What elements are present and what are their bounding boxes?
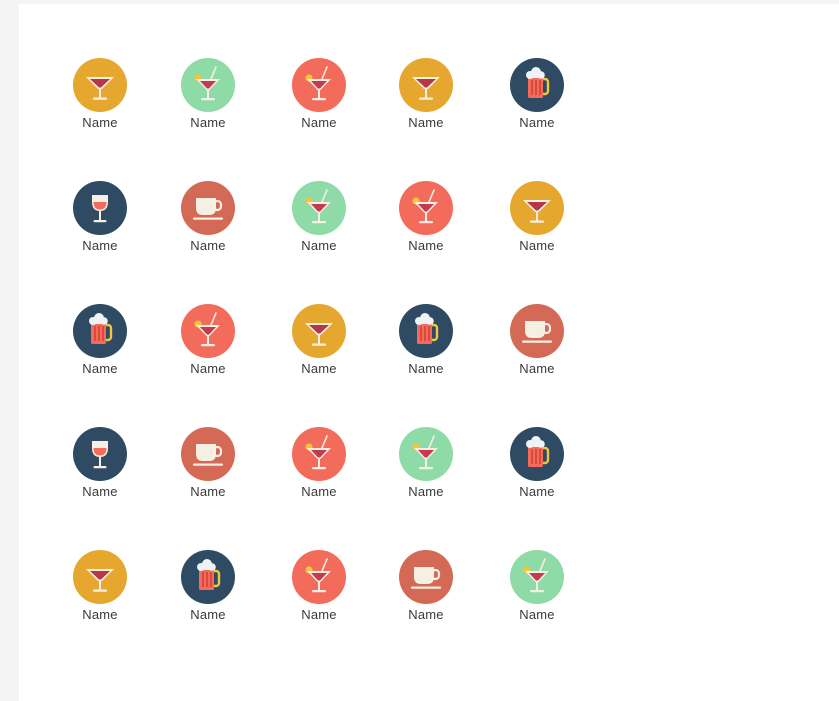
beer-mug-icon (510, 427, 564, 481)
icon-label: Name (82, 238, 118, 253)
icon-label: Name (190, 361, 226, 376)
icon-label: Name (301, 607, 337, 622)
cocktail-icon (181, 304, 235, 358)
icon-tile[interactable]: Name (381, 181, 471, 261)
icon-label: Name (408, 238, 444, 253)
icon-label: Name (190, 484, 226, 499)
icon-label: Name (408, 607, 444, 622)
cocktail-icon (292, 427, 346, 481)
icon-tile[interactable]: Name (381, 427, 471, 507)
icon-tile[interactable]: Name (274, 181, 364, 261)
icon-label: Name (190, 607, 226, 622)
icon-label: Name (519, 238, 555, 253)
martini-icon (292, 304, 346, 358)
icon-tile[interactable]: Name (163, 427, 253, 507)
cocktail-icon (292, 181, 346, 235)
wine-glass-icon (73, 427, 127, 481)
beer-mug-icon (399, 304, 453, 358)
icon-label: Name (82, 115, 118, 130)
icon-label: Name (190, 115, 226, 130)
icon-tile[interactable]: Name (274, 550, 364, 630)
beer-mug-icon (181, 550, 235, 604)
icon-tile[interactable]: Name (55, 58, 145, 138)
icon-tile[interactable]: Name (163, 181, 253, 261)
icon-label: Name (519, 115, 555, 130)
icon-tile[interactable]: Name (381, 550, 471, 630)
icon-tile[interactable]: Name (55, 427, 145, 507)
icon-tile[interactable]: Name (492, 427, 582, 507)
icon-label: Name (190, 238, 226, 253)
icon-label: Name (82, 484, 118, 499)
cocktail-icon (510, 550, 564, 604)
icon-label: Name (408, 484, 444, 499)
cocktail-icon (292, 550, 346, 604)
icon-tile[interactable]: Name (492, 181, 582, 261)
cocktail-icon (181, 58, 235, 112)
icon-tile[interactable]: Name (55, 181, 145, 261)
icon-label: Name (519, 607, 555, 622)
icon-tile[interactable]: Name (274, 58, 364, 138)
beer-mug-icon (73, 304, 127, 358)
coffee-cup-icon (181, 181, 235, 235)
icon-label: Name (82, 361, 118, 376)
martini-icon (73, 550, 127, 604)
icon-tile[interactable]: Name (55, 550, 145, 630)
icon-tile[interactable]: Name (274, 304, 364, 384)
icon-canvas: Name Name Name Name Name Name Name Name Name Name… (19, 4, 839, 701)
icon-label: Name (301, 115, 337, 130)
icon-label: Name (301, 361, 337, 376)
icon-tile[interactable]: Name (163, 550, 253, 630)
icon-label: Name (82, 607, 118, 622)
icon-label: Name (408, 361, 444, 376)
icon-tile[interactable]: Name (492, 304, 582, 384)
icon-label: Name (408, 115, 444, 130)
martini-icon (399, 58, 453, 112)
coffee-cup-icon (399, 550, 453, 604)
beer-mug-icon (510, 58, 564, 112)
icon-tile[interactable]: Name (274, 427, 364, 507)
icon-grid: Name Name Name Name Name Name Name Name Name Name… (19, 4, 839, 701)
cocktail-icon (399, 427, 453, 481)
cocktail-icon (399, 181, 453, 235)
icon-label: Name (519, 484, 555, 499)
icon-tile[interactable]: Name (492, 58, 582, 138)
icon-tile[interactable]: Name (492, 550, 582, 630)
icon-label: Name (301, 484, 337, 499)
icon-label: Name (519, 361, 555, 376)
icon-tile[interactable]: Name (381, 304, 471, 384)
icon-tile[interactable]: Name (163, 304, 253, 384)
icon-tile[interactable]: Name (163, 58, 253, 138)
wine-glass-icon (73, 181, 127, 235)
icon-tile[interactable]: Name (381, 58, 471, 138)
icon-tile[interactable]: Name (55, 304, 145, 384)
martini-icon (510, 181, 564, 235)
martini-icon (73, 58, 127, 112)
cocktail-icon (292, 58, 346, 112)
coffee-cup-icon (181, 427, 235, 481)
icon-label: Name (301, 238, 337, 253)
coffee-cup-icon (510, 304, 564, 358)
